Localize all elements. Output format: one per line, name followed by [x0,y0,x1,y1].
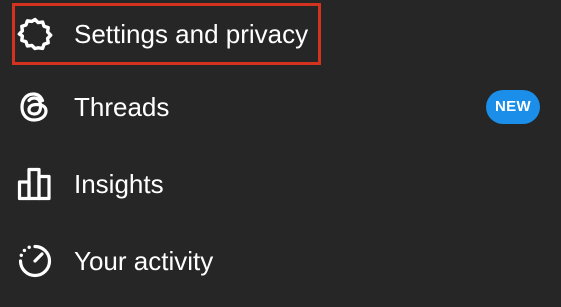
activity-timer-icon [16,242,54,280]
menu-item-insights[interactable]: Insights [0,154,561,214]
menu-item-label: Settings and privacy [74,19,309,49]
gear-icon [16,15,54,53]
menu-item-label: Insights [74,169,164,199]
threads-icon [16,88,54,126]
menu-item-settings-and-privacy[interactable]: Settings and privacy [0,4,561,64]
menu-item-threads[interactable]: Threads NEW [0,77,561,137]
insights-bar-chart-icon [16,165,54,203]
menu-item-label: Your activity [74,246,214,276]
profile-menu: Settings and privacy Threads NEW Insight… [0,0,561,307]
menu-item-label: Threads [74,92,170,122]
new-badge: NEW [486,90,540,124]
menu-item-your-activity[interactable]: Your activity [0,231,561,291]
